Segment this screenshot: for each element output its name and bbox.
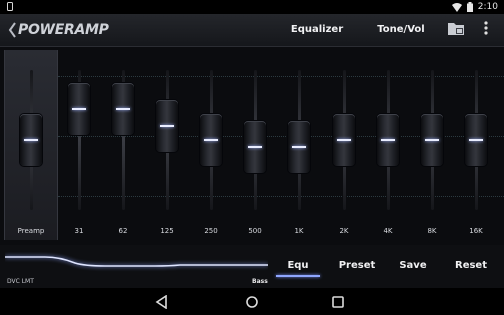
reset-button[interactable]: Reset (447, 260, 495, 271)
eq-slider-band-16k[interactable]: 16K (456, 50, 496, 240)
nav-recents-icon[interactable] (331, 295, 345, 309)
eq-curve-preview (5, 256, 268, 267)
knob-indicator (292, 146, 306, 148)
slider-knob[interactable] (465, 114, 487, 166)
status-bar: 2:10 (0, 0, 504, 14)
slider-knob[interactable] (200, 114, 222, 166)
slider-knob[interactable] (68, 82, 90, 135)
slider-knob[interactable] (244, 121, 266, 173)
slider-knob[interactable] (377, 114, 399, 166)
knob-indicator (248, 146, 262, 148)
wifi-icon (451, 2, 462, 12)
battery-icon (466, 2, 473, 12)
knob-indicator (204, 139, 218, 141)
slider-knob[interactable] (156, 100, 178, 152)
eq-slider-band-125[interactable]: 125 (147, 50, 187, 240)
eq-slider-band-1k[interactable]: 1K (279, 50, 319, 240)
band-label: 4K (383, 227, 393, 235)
band-label: 1K (294, 227, 304, 235)
folder-presets-icon[interactable] (447, 20, 465, 36)
slider-knob[interactable] (112, 82, 134, 135)
nav-home-icon[interactable] (245, 295, 259, 309)
knob-indicator (72, 107, 86, 110)
back-chevron-icon[interactable] (7, 20, 17, 40)
eq-slider-band-2k[interactable]: 2K (324, 50, 364, 240)
knob-indicator (381, 139, 395, 141)
band-label: Preamp (17, 227, 45, 235)
eq-slider-band-8k[interactable]: 8K (412, 50, 452, 240)
slider-knob[interactable] (288, 121, 310, 173)
band-label: 250 (204, 227, 218, 235)
knob-indicator (116, 107, 130, 110)
band-label: 31 (74, 227, 84, 235)
knob-indicator (469, 139, 483, 141)
knob-indicator (337, 139, 351, 141)
app-header: POWERAMP Equalizer Tone/Vol (0, 14, 504, 53)
eq-slider-band-62[interactable]: 62 (103, 50, 143, 240)
app-brand-logo: POWERAMP (18, 22, 109, 38)
bass-label: Bass (252, 278, 268, 285)
tab-equalizer[interactable]: Equalizer (283, 24, 351, 35)
knob-indicator (425, 139, 439, 141)
equ-button[interactable]: Equ (276, 260, 320, 271)
eq-slider-band-500[interactable]: 500 (235, 50, 275, 240)
preset-button[interactable]: Preset (334, 260, 380, 271)
slider-knob[interactable] (421, 114, 443, 166)
save-button[interactable]: Save (392, 260, 434, 271)
band-label: 16K (469, 227, 483, 235)
knob-indicator (24, 139, 38, 141)
eq-slider-band-4k[interactable]: 4K (368, 50, 408, 240)
equ-active-indicator (276, 275, 320, 277)
band-label: 500 (248, 227, 262, 235)
eq-slider-band-250[interactable]: 250 (191, 50, 231, 240)
nav-back-icon[interactable] (155, 295, 169, 309)
system-nav-bar (0, 288, 504, 315)
band-label: 8K (427, 227, 437, 235)
overflow-menu-icon[interactable] (484, 20, 488, 36)
knob-indicator (160, 125, 174, 127)
slider-knob[interactable] (333, 114, 355, 166)
slider-knob[interactable] (20, 114, 42, 166)
band-label: 2K (339, 227, 349, 235)
band-label: 125 (160, 227, 174, 235)
tab-tone-vol[interactable]: Tone/Vol (371, 24, 431, 35)
eq-slider-band-31[interactable]: 31 (59, 50, 99, 240)
notification-icon (7, 2, 13, 11)
dvc-limit-label: DVC LMT (7, 278, 34, 285)
status-time: 2:10 (477, 2, 498, 12)
band-label: 62 (118, 227, 128, 235)
eq-slider-preamp[interactable]: Preamp (4, 50, 58, 240)
